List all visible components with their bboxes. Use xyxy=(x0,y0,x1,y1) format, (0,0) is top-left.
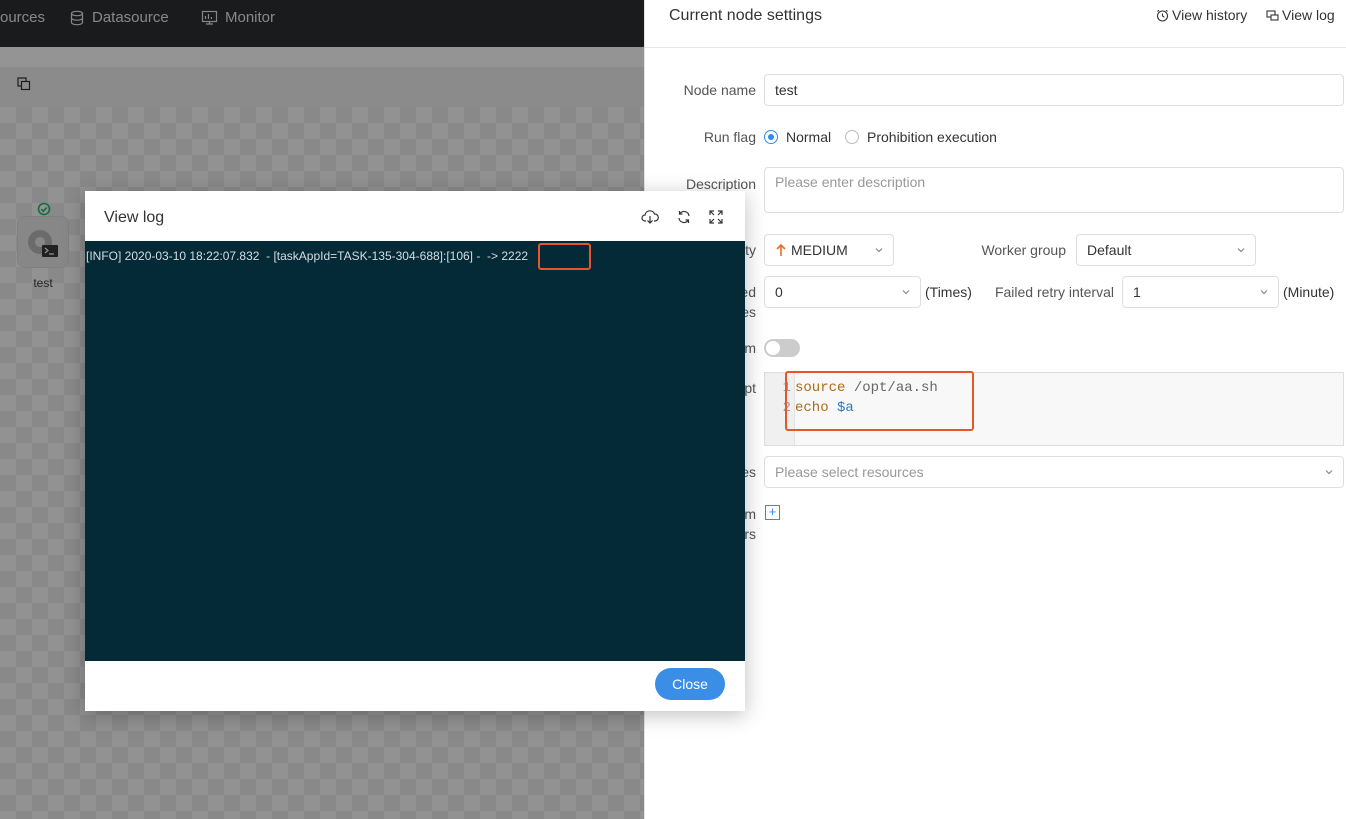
view-history-label: View history xyxy=(1172,7,1248,23)
chevron-down-icon xyxy=(1325,470,1333,475)
chevron-down-icon xyxy=(1260,290,1268,295)
script-highlight-box xyxy=(785,371,974,431)
add-param-button[interactable]: + xyxy=(765,505,780,520)
description-textarea[interactable]: Please enter description xyxy=(764,167,1344,213)
retry-times-unit: (Times) xyxy=(925,284,972,300)
download-cloud-icon[interactable] xyxy=(641,208,659,226)
retry-interval-label: Failed retry interval xyxy=(994,284,1114,300)
radio-checked-icon xyxy=(764,130,778,144)
log-line: [INFO] 2020-03-10 18:22:07.832 - [taskAp… xyxy=(86,249,529,263)
chevron-down-icon xyxy=(1237,248,1245,253)
refresh-icon[interactable] xyxy=(675,208,693,226)
retry-times-value: 0 xyxy=(775,284,783,300)
radio-label: Normal xyxy=(786,129,832,145)
plus-icon: + xyxy=(768,504,777,519)
chevron-down-icon xyxy=(902,290,910,295)
timeout-alarm-switch[interactable] xyxy=(764,339,800,357)
chevron-down-icon xyxy=(875,248,883,253)
log-icon xyxy=(1266,9,1279,21)
view-history-link[interactable]: View history xyxy=(1156,7,1247,23)
view-log-link[interactable]: View log xyxy=(1266,7,1335,23)
view-log-modal: View log [INFO] 2020-03-10 18:22:07.832 … xyxy=(85,191,745,711)
fullscreen-icon[interactable] xyxy=(707,208,725,226)
radio-label: Prohibition execution xyxy=(867,129,997,145)
run-flag-label: Run flag xyxy=(703,129,756,145)
close-button[interactable]: Close xyxy=(655,668,725,700)
run-flag-prohibition-radio[interactable]: Prohibition execution xyxy=(845,129,997,145)
drawer-header: Current node settings View history View … xyxy=(645,0,1346,48)
alarm-clock-icon xyxy=(1156,9,1169,22)
worker-group-select[interactable]: Default xyxy=(1076,234,1256,266)
drawer-title: Current node settings xyxy=(669,7,822,24)
retry-interval-value: 1 xyxy=(1133,284,1141,300)
retry-interval-select[interactable]: 1 xyxy=(1122,276,1279,308)
log-content-area[interactable]: [INFO] 2020-03-10 18:22:07.832 - [taskAp… xyxy=(85,241,745,661)
view-log-label: View log xyxy=(1282,7,1335,23)
priority-value: MEDIUM xyxy=(791,242,848,258)
node-name-input[interactable]: test xyxy=(764,74,1344,106)
worker-group-value: Default xyxy=(1087,242,1132,258)
priority-select[interactable]: MEDIUM xyxy=(764,234,894,266)
resources-placeholder: Please select resources xyxy=(775,464,924,480)
node-name-label: Node name xyxy=(683,82,756,98)
worker-group-label: Worker group xyxy=(981,242,1066,258)
log-highlight-box xyxy=(538,243,591,270)
modal-title: View log xyxy=(104,209,165,226)
radio-unchecked-icon xyxy=(845,130,859,144)
arrow-up-icon xyxy=(776,243,786,256)
resources-select[interactable]: Please select resources xyxy=(764,456,1344,488)
description-label: Description xyxy=(685,176,756,192)
retry-interval-unit: (Minute) xyxy=(1283,284,1335,300)
run-flag-normal-radio[interactable]: Normal xyxy=(764,129,831,145)
retry-times-select[interactable]: 0 xyxy=(764,276,921,308)
